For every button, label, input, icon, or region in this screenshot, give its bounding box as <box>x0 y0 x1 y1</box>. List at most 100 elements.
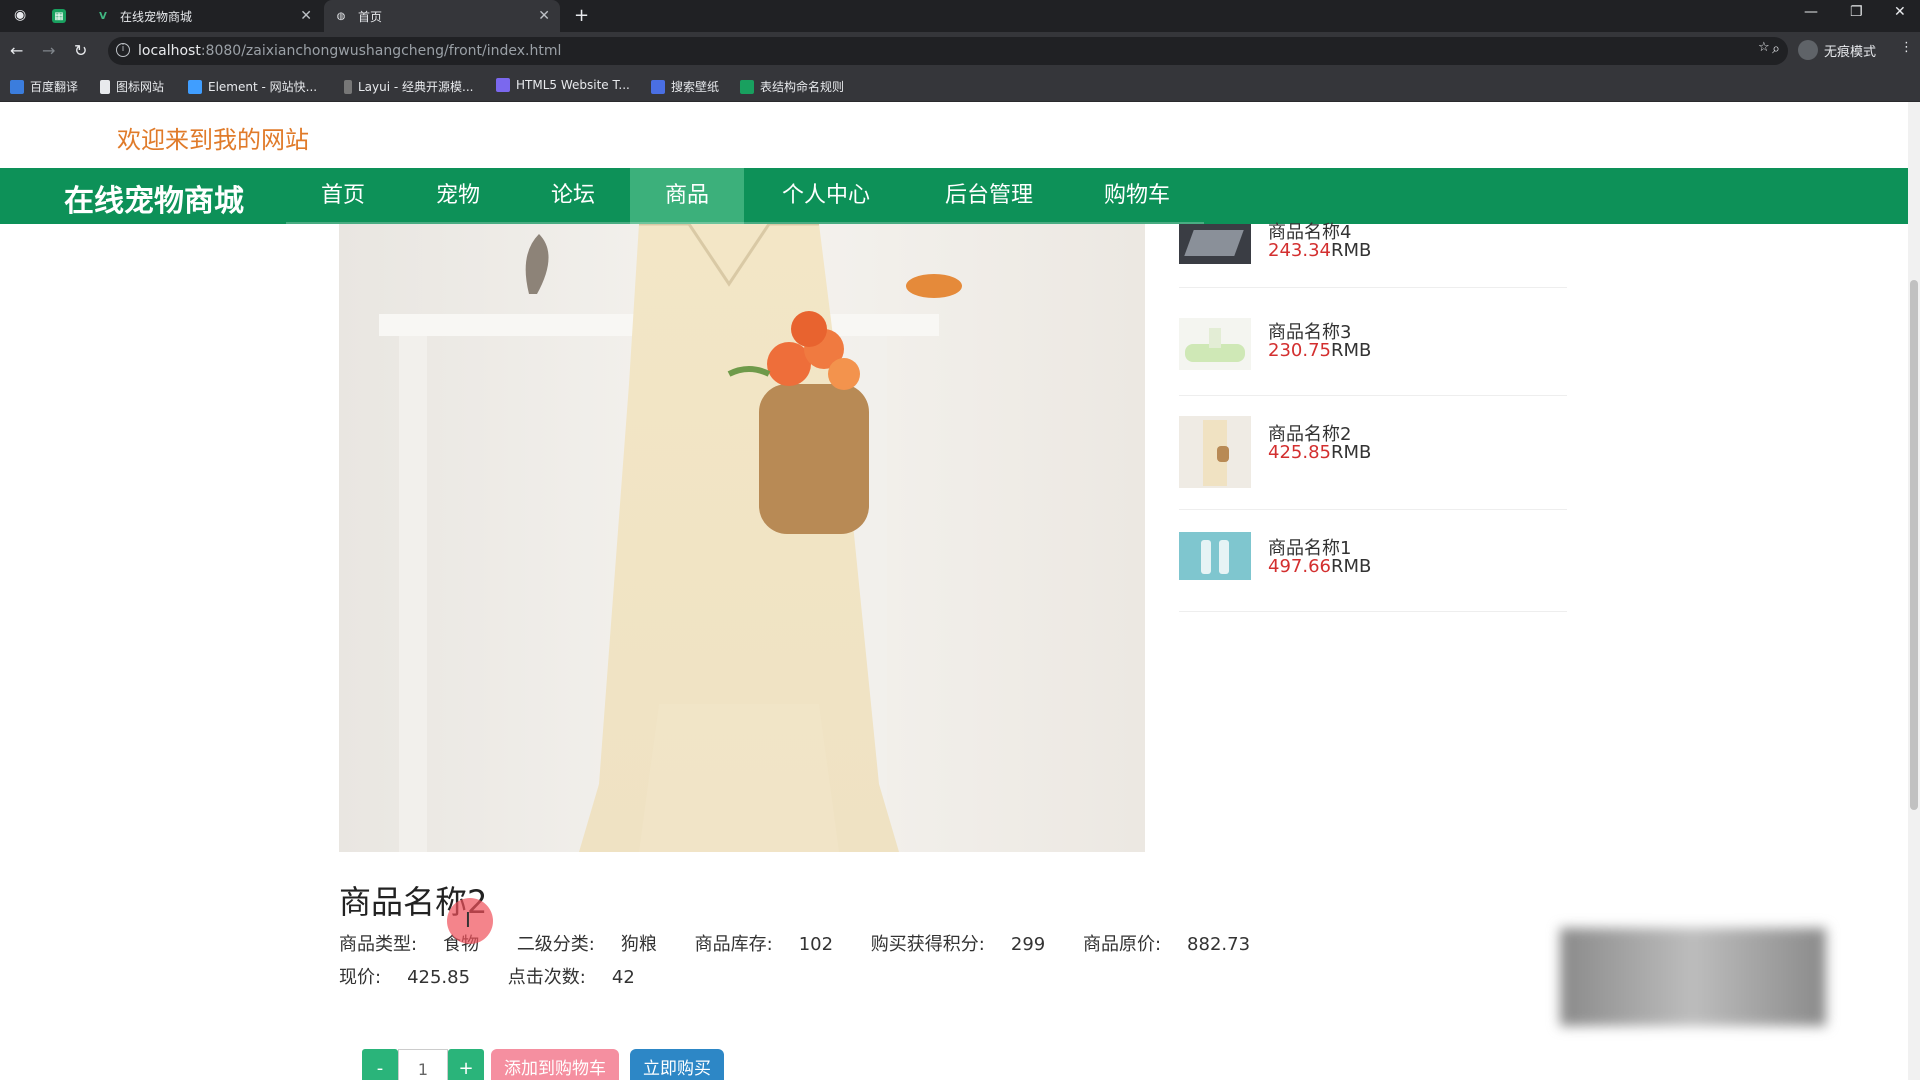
tab-shop[interactable]: V 在线宠物商城 ✕ <box>86 0 322 32</box>
close-icon[interactable]: ✕ <box>538 8 550 24</box>
bookmark-item[interactable]: 表结构命名规则 <box>740 78 844 95</box>
nav-home[interactable]: 首页 <box>286 168 400 224</box>
scrollbar-thumb[interactable] <box>1910 280 1918 810</box>
main-navbar: 在线宠物商城 首页 宠物 论坛 商品 个人中心 后台管理 购物车 <box>0 168 1908 224</box>
stock-field: 商品库存: 102 <box>695 934 849 955</box>
product-photo <box>339 224 1145 852</box>
bookmark-item[interactable]: Element - 网站快... <box>188 78 317 95</box>
restore-icon[interactable]: ❐ <box>1850 4 1863 20</box>
product-price: 230.75RMB <box>1268 340 1371 361</box>
nav-forum[interactable]: 论坛 <box>516 168 630 224</box>
original-price-label: 商品原价: <box>1082 934 1162 955</box>
price-value: 425.85 <box>407 967 471 988</box>
stock-value: 102 <box>798 934 834 955</box>
tab-title: 在线宠物商城 <box>120 9 193 24</box>
points-field: 购买获得积分: 299 <box>871 934 1061 955</box>
clicks-field: 点击次数: 42 <box>508 967 651 988</box>
wallpaper-icon <box>651 79 665 94</box>
address-bar[interactable]: i localhost:8080/zaixianchongwushangchen… <box>108 37 1788 65</box>
site-brand[interactable]: 在线宠物商城 <box>64 176 244 220</box>
site-info-icon[interactable]: i <box>116 43 130 57</box>
nav-admin[interactable]: 后台管理 <box>908 168 1070 224</box>
nav-pets[interactable]: 宠物 <box>400 168 516 224</box>
new-tab-icon[interactable]: + <box>574 5 589 26</box>
page-scrollbar[interactable] <box>1908 102 1920 1080</box>
stock-label: 商品库存: <box>694 934 773 955</box>
incognito-icon <box>1798 40 1818 60</box>
points-label: 购买获得积分: <box>870 934 985 955</box>
nav-cart[interactable]: 购物车 <box>1070 168 1204 224</box>
subcategory-label: 二级分类: <box>516 934 595 955</box>
url-path: :8080/zaixianchongwushangcheng/front/ind… <box>200 43 562 59</box>
zoom-icon[interactable]: ⌕ <box>1772 41 1780 57</box>
product-thumbnail <box>1179 416 1251 488</box>
tab-home[interactable]: ◍ 首页 ✕ <box>324 0 560 32</box>
product-thumbnail <box>1179 224 1251 264</box>
product-price: 497.66RMB <box>1268 556 1371 577</box>
bookmark-item[interactable]: 百度翻译 <box>10 78 78 95</box>
list-item[interactable]: 商品名称3 230.75RMB <box>1179 290 1567 396</box>
bookmark-label: Layui - 经典开源模... <box>358 80 474 94</box>
bookmark-label: 搜索壁纸 <box>671 80 720 94</box>
original-price-value: 882.73 <box>1187 934 1251 955</box>
bookmark-label: 百度翻译 <box>30 80 79 94</box>
blurred-watermark <box>1560 928 1826 1026</box>
original-price-field: 商品原价: 882.73 <box>1083 934 1266 955</box>
bookmark-label: 图标网站 <box>116 80 165 94</box>
clicks-value: 42 <box>611 967 635 988</box>
url-host: localhost <box>138 43 201 59</box>
sheet-icon: ▦ <box>52 9 66 23</box>
nav-profile[interactable]: 个人中心 <box>744 168 908 224</box>
price-number: 243.34 <box>1268 240 1331 261</box>
price-unit: RMB <box>1330 556 1372 577</box>
flag-icon <box>100 79 110 94</box>
quantity-stepper: - 1 + <box>362 1049 484 1080</box>
list-item[interactable]: 商品名称4 243.34RMB <box>1179 222 1567 288</box>
quantity-input[interactable]: 1 <box>398 1049 448 1080</box>
quantity-minus-button[interactable]: - <box>362 1049 398 1080</box>
price-label: 现价: <box>339 967 382 988</box>
translate-icon <box>10 79 24 94</box>
close-icon[interactable]: ✕ <box>300 8 312 24</box>
bookmark-label: Element - 网站快... <box>208 80 318 94</box>
close-window-icon[interactable]: ✕ <box>1894 4 1906 20</box>
price-number: 230.75 <box>1268 340 1331 361</box>
product-thumbnail <box>1179 318 1251 370</box>
bookmark-item[interactable]: Layui - 经典开源模... <box>344 78 473 95</box>
browser-toolbar: ← → ↻ i localhost:8080/zaixianchongwusha… <box>0 32 1920 70</box>
html5-icon <box>496 78 510 92</box>
bookmark-label: HTML5 Website T... <box>516 78 630 92</box>
bookmark-item[interactable]: HTML5 Website T... <box>496 78 630 92</box>
bookmark-star-icon[interactable]: ☆ <box>1758 40 1770 55</box>
bookmarks-bar: 百度翻译 图标网站 Element - 网站快... Layui - 经典开源模… <box>0 70 1920 102</box>
pinned-tab[interactable]: ▦ <box>42 0 82 32</box>
product-main-image <box>339 224 1145 852</box>
element-icon <box>188 79 202 94</box>
text-cursor-icon: I <box>465 908 471 932</box>
product-thumbnail <box>1179 532 1251 580</box>
layui-icon <box>344 79 352 94</box>
quantity-plus-button[interactable]: + <box>448 1049 484 1080</box>
forward-icon[interactable]: → <box>42 41 55 60</box>
vue-icon: V <box>99 10 107 22</box>
minimize-icon[interactable]: — <box>1804 4 1818 20</box>
more-menu-icon[interactable]: ⋮ <box>1900 40 1913 55</box>
price-field: 现价: 425.85 <box>339 967 486 988</box>
bookmark-item[interactable]: 图标网站 <box>100 78 164 95</box>
list-item[interactable]: 商品名称2 425.85RMB <box>1179 396 1567 510</box>
bookmark-item[interactable]: 搜索壁纸 <box>651 78 719 95</box>
buy-now-button[interactable]: 立即购买 <box>630 1049 724 1080</box>
product-price: 243.34RMB <box>1268 240 1371 261</box>
type-label: 商品类型: <box>339 934 418 955</box>
reload-icon[interactable]: ↻ <box>74 41 87 60</box>
product-price: 425.85RMB <box>1268 442 1371 463</box>
nav-products[interactable]: 商品 <box>630 168 744 224</box>
clicks-label: 点击次数: <box>507 967 586 988</box>
add-to-cart-button[interactable]: 添加到购物车 <box>491 1049 619 1080</box>
back-icon[interactable]: ← <box>10 41 23 60</box>
list-item[interactable]: 商品名称1 497.66RMB <box>1179 510 1567 612</box>
incognito-profile[interactable]: 无痕模式 <box>1798 40 1876 60</box>
browser-menu-icon[interactable]: ◉ <box>14 7 26 23</box>
subcategory-field: 二级分类: 狗粮 <box>517 934 673 955</box>
url-text: localhost:8080/zaixianchongwushangcheng/… <box>138 43 561 59</box>
